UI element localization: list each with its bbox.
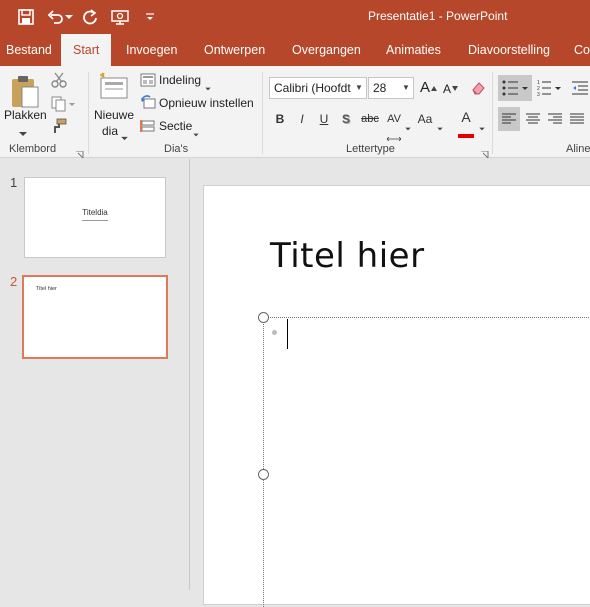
font-size-value: 28 [373,81,387,95]
content-placeholder[interactable] [263,317,590,607]
justify-icon[interactable] [566,107,588,136]
svg-text:3: 3 [537,92,540,98]
bullet-icon [272,330,277,335]
slide-thumbnail-1[interactable]: Titeldia [24,177,166,258]
window-title: Presentatie1 - PowerPoint [368,9,508,23]
italic-button[interactable]: I [292,109,312,129]
copy-icon[interactable] [51,96,75,117]
clear-formatting-icon[interactable] [470,80,486,101]
slide-number: 1 [10,175,18,190]
slide-number: 2 [10,274,18,289]
grow-font-button[interactable]: A [420,79,430,96]
tab-controleren[interactable]: Co [574,34,590,66]
shrink-font-button[interactable]: A [443,82,451,96]
cut-icon[interactable] [51,72,67,93]
paste-dropdown-icon[interactable] [19,124,27,142]
reset-icon[interactable] [140,94,156,115]
shadow-button[interactable]: S [336,109,356,129]
layout-label[interactable]: Indeling [159,73,201,87]
char-spacing-button[interactable]: AV [384,109,404,129]
decrease-indent-icon[interactable] [570,78,590,103]
ribbon-tab-bar: Bestand Start Invoegen Ontwerpen Overgan… [0,34,590,66]
format-painter-icon[interactable] [51,118,67,139]
tab-start[interactable]: Start [61,34,112,66]
thumbnail-title: Titeldia [82,208,108,217]
numbering-icon[interactable]: 123 [536,78,562,103]
section-dropdown-icon[interactable] [193,124,199,142]
group-label-klembord: Klembord [9,143,57,155]
resize-handle[interactable] [258,469,269,480]
group-label-dias: Dia's [164,143,189,155]
group-separator [492,72,493,154]
new-slide-label-2[interactable]: dia [102,124,118,138]
group-label-lettertype: Lettertype [346,143,395,155]
section-label[interactable]: Sectie [159,119,192,133]
group-separator [262,72,263,154]
group-separator [88,72,89,154]
tab-animaties[interactable]: Animaties [386,34,441,66]
shrink-font-icon [452,78,458,96]
chevron-down-icon[interactable] [479,118,485,136]
chevron-down-icon[interactable] [405,118,411,136]
bullets-button[interactable] [498,75,532,101]
chevron-down-icon[interactable] [437,118,443,136]
chevron-down-icon[interactable]: ▼ [399,78,413,98]
font-name-combo[interactable]: Calibri (Hoofdt ▼ [269,77,367,99]
section-icon[interactable] [140,118,156,139]
text-cursor [287,319,288,349]
chevron-down-icon[interactable]: ▼ [352,78,366,98]
new-slide-dropdown-icon[interactable] [121,128,128,146]
tab-diavoorstelling[interactable]: Diavoorstelling [468,34,550,66]
tab-ontwerpen[interactable]: Ontwerpen [204,34,265,66]
new-slide-icon[interactable] [99,72,129,107]
thumbnail-title: Titel hier [36,286,57,292]
font-size-combo[interactable]: 28 ▼ [368,77,414,99]
font-color-bar [458,125,474,143]
layout-icon[interactable] [140,72,156,93]
tab-invoegen[interactable]: Invoegen [126,34,177,66]
title-bar: Presentatie1 - PowerPoint [0,0,590,34]
thumbnail-subtitle-line [82,220,108,221]
align-left-button[interactable] [498,107,520,131]
slide-title-placeholder[interactable]: Titel hier [270,236,425,276]
resize-handle[interactable] [258,312,269,323]
strikethrough-button[interactable]: abc [358,109,382,129]
tab-overgangen[interactable]: Overgangen [292,34,361,66]
bold-button[interactable]: B [270,109,290,129]
grow-font-icon [431,78,437,96]
group-label-alinea: Aline [566,143,590,155]
font-color-button[interactable]: A [456,107,476,127]
align-right-icon[interactable] [544,107,566,136]
font-name-value: Calibri (Hoofdt [274,81,351,95]
layout-dropdown-icon[interactable] [205,78,211,96]
slide-thumbnail-2[interactable]: Titel hier [22,275,168,359]
reset-label[interactable]: Opnieuw instellen [159,96,254,110]
change-case-button[interactable]: Aa [414,109,436,129]
underline-button[interactable]: U [314,109,334,129]
paste-label[interactable]: Plakken [4,108,47,122]
ribbon: Plakken Klembord Nieuwe dia Indeling Opn [0,66,590,159]
tab-bestand[interactable]: Bestand [6,34,52,66]
align-center-icon[interactable] [522,107,544,136]
new-slide-label[interactable]: Nieuwe [94,108,134,122]
